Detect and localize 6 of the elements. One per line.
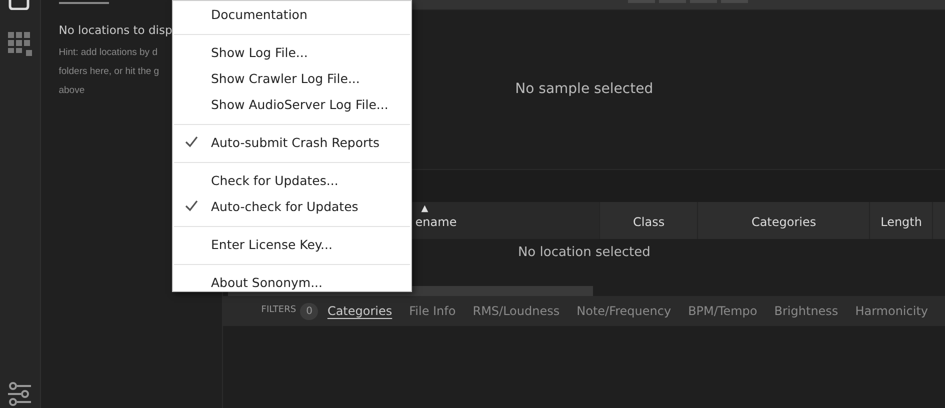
- filters-label: FILTERS: [261, 304, 296, 318]
- hint-text: above: [58, 84, 86, 98]
- filter-count: 0: [300, 302, 318, 320]
- sort-icon: ▲: [421, 203, 428, 216]
- empty-locations-title: No locations to disp: [58, 22, 174, 39]
- empty-table-message: No location selected: [518, 244, 650, 262]
